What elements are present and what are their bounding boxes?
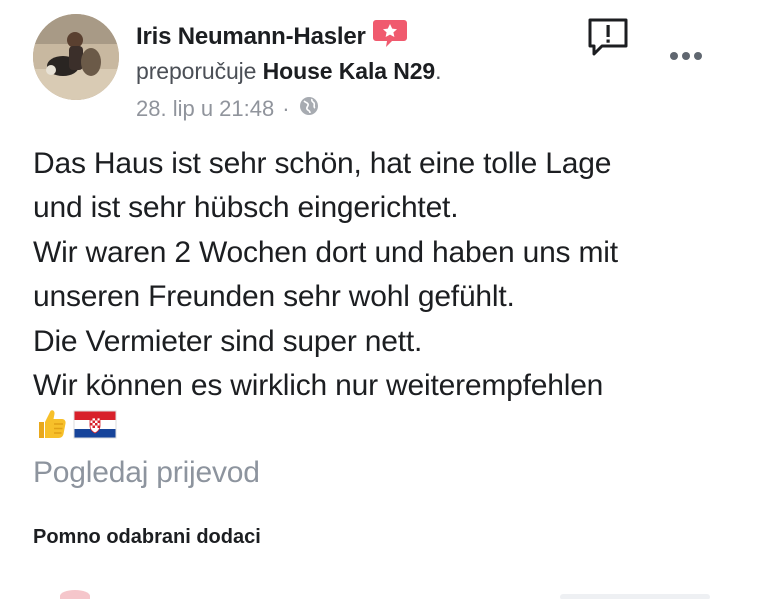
author-avatar[interactable] xyxy=(33,14,119,100)
recommend-star-icon xyxy=(372,18,408,48)
body-line: Wir waren 2 Wochen dort und haben uns mi… xyxy=(33,235,618,269)
recommendation-post: Iris Neumann-Hasler preporučuje House Ka… xyxy=(0,0,778,599)
body-line: Die Vermieter sind super nett. xyxy=(33,324,423,358)
body-line: Wir können es wirklich nur weiterempfehl… xyxy=(33,369,604,403)
globe-icon xyxy=(298,95,320,123)
post-body: Das Haus ist sehr schön, hat eine tolle … xyxy=(33,142,753,452)
post-header: Iris Neumann-Hasler preporučuje House Ka… xyxy=(136,20,442,123)
more-options-icon xyxy=(670,52,702,60)
section-title: Pomno odabrani dodaci xyxy=(33,526,261,548)
thumbs-up-icon xyxy=(33,406,69,455)
report-icon xyxy=(588,18,628,56)
body-line: Das Haus ist sehr schön, hat eine tolle … xyxy=(33,147,612,180)
post-timestamp[interactable]: 28. lip u 21:48 xyxy=(136,96,274,122)
more-options-button[interactable] xyxy=(664,46,708,66)
place-link[interactable]: House Kala N29 xyxy=(263,58,436,84)
post-meta: 28. lip u 21:48 · xyxy=(136,95,441,123)
recommend-line: preporučuje House Kala N29. xyxy=(136,58,442,85)
croatia-flag-icon xyxy=(73,408,117,452)
author-name[interactable]: Iris Neumann-Hasler xyxy=(136,23,366,51)
body-line: und ist sehr hübsch eingerichtet. xyxy=(33,191,459,225)
place-suffix: . xyxy=(435,58,442,84)
meta-separator: · xyxy=(282,96,290,121)
next-item-peek xyxy=(60,590,90,599)
emoji-line xyxy=(33,408,753,452)
recommend-verb: preporučuje xyxy=(136,58,257,84)
body-line: unseren Freunden sehr wohl gefühlt. xyxy=(33,280,515,314)
author-line: Iris Neumann-Hasler xyxy=(136,20,441,52)
report-button[interactable] xyxy=(586,16,630,60)
next-item-peek-right xyxy=(560,594,710,599)
avatar-photo xyxy=(33,14,119,100)
see-translation-link[interactable]: Pogledaj prijevod xyxy=(33,456,260,490)
